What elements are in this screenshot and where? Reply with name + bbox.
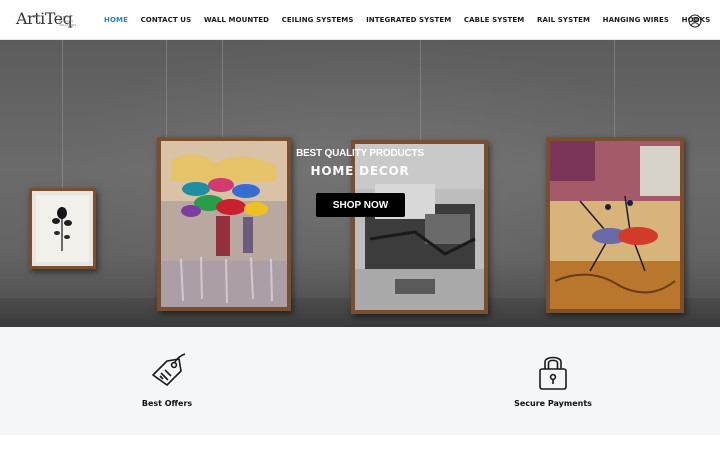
- hero-subtitle: BEST QUALITY PRODUCTS: [296, 148, 424, 159]
- shop-now-button[interactable]: SHOP NOW: [316, 193, 405, 217]
- nav-item-hanging-wires[interactable]: HANGING WIRES: [603, 16, 669, 24]
- nav-item-home[interactable]: HOME: [104, 16, 128, 24]
- nav-item-integrated-system[interactable]: INTEGRATED SYSTEM: [366, 16, 451, 24]
- hero-text-block: BEST QUALITY PRODUCTS HOME DECOR: [0, 148, 720, 178]
- price-tag-icon: [152, 353, 186, 386]
- nav-item-cable-system[interactable]: CABLE SYSTEM: [464, 16, 524, 24]
- features-strip: Best Offers Secure Payments: [0, 327, 720, 435]
- feature-secure-payments[interactable]: Secure Payments: [483, 327, 623, 408]
- logo-tagline: CLEVER HANGING SOLUTIONS: [59, 15, 77, 27]
- hero-title: HOME DECOR: [310, 164, 410, 178]
- padlock-icon: [539, 356, 567, 390]
- nav-item-ceiling-systems[interactable]: CEILING SYSTEMS: [282, 16, 354, 24]
- nav-item-contact-us[interactable]: CONTACT US: [141, 16, 192, 24]
- hanging-wire: [166, 40, 167, 140]
- nav-item-wall-mounted[interactable]: WALL MOUNTED: [204, 16, 269, 24]
- hanging-wire: [614, 40, 615, 140]
- hanging-wire: [222, 40, 223, 140]
- page-bottom: [0, 435, 720, 450]
- hero-banner: BEST QUALITY PRODUCTS HOME DECOR SHOP NO…: [0, 40, 720, 327]
- feature-label: Best Offers: [141, 399, 193, 408]
- feature-label: Secure Payments: [514, 399, 592, 408]
- hanging-wire: [420, 40, 421, 140]
- site-header: ArtiTeq CLEVER HANGING SOLUTIONS HOME CO…: [0, 0, 720, 40]
- artwork-small-frame: [29, 188, 96, 269]
- brand-logo[interactable]: ArtiTeq CLEVER HANGING SOLUTIONS: [16, 9, 82, 31]
- account-button[interactable]: [688, 13, 702, 28]
- nav-item-rail-system[interactable]: RAIL SYSTEM: [537, 16, 590, 24]
- feature-best-offers[interactable]: Best Offers: [97, 327, 237, 408]
- user-circle-icon: [688, 14, 702, 28]
- flower-sketch-art: [32, 191, 93, 266]
- main-nav: HOME CONTACT US WALL MOUNTED CEILING SYS…: [104, 0, 720, 40]
